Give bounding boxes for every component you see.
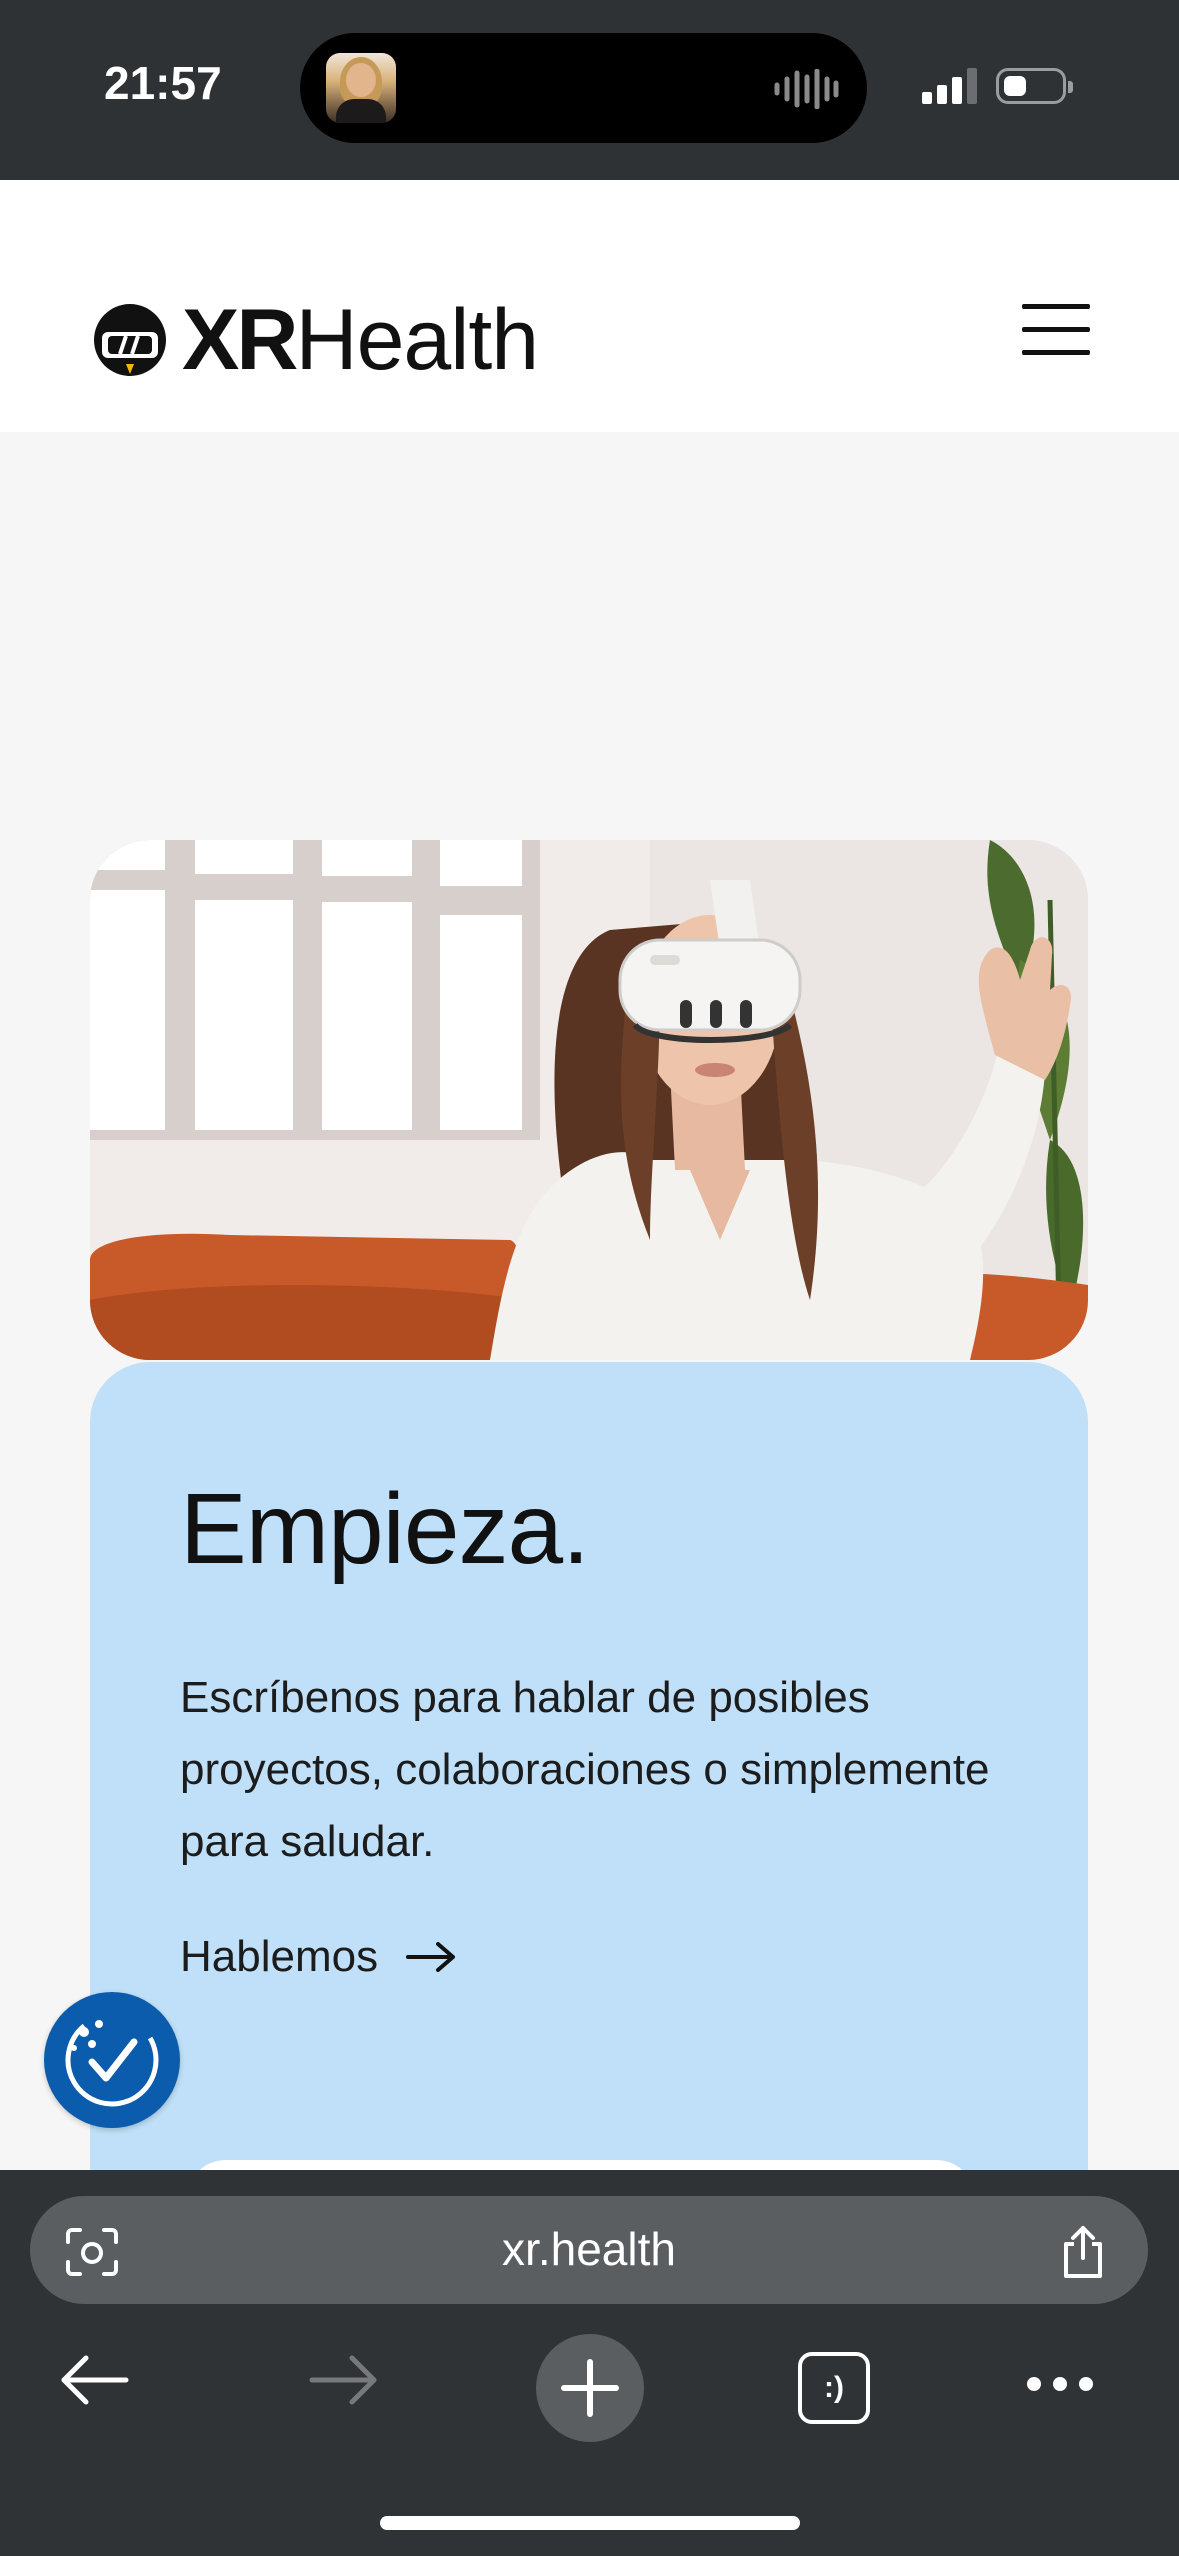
xrhealth-logo[interactable]: XR Health	[88, 292, 539, 388]
url-text: xr.health	[502, 2223, 676, 2275]
clock: 21:57	[104, 57, 222, 109]
hamburger-menu-icon[interactable]	[1022, 304, 1090, 356]
hablemos-label: Hablemos	[180, 1932, 379, 1981]
forward-arrow-icon[interactable]	[306, 2354, 380, 2406]
cellular-signal-icon	[922, 68, 977, 104]
hablemos-link[interactable]: Hablemos	[180, 1932, 458, 1982]
audio-waveform-icon	[774, 69, 839, 109]
back-arrow-icon[interactable]	[58, 2354, 132, 2406]
new-tab-plus-icon[interactable]	[536, 2334, 644, 2442]
address-bar[interactable]: xr.health	[30, 2196, 1148, 2304]
home-indicator[interactable]	[380, 2516, 800, 2530]
now-playing-avatar[interactable]	[326, 53, 396, 123]
battery-icon	[996, 68, 1073, 104]
browser-toolbar: xr.health :)	[0, 2170, 1179, 2556]
xrhealth-logo-mark	[94, 304, 166, 376]
logo-wordmark: XR Health	[182, 292, 539, 388]
dynamic-island[interactable]	[300, 33, 867, 143]
card-description: Escríbenos para hablar de posibles proye…	[180, 1673, 990, 1866]
hero-image	[90, 840, 1088, 1360]
accessibility-check-icon	[65, 2013, 159, 2107]
share-icon[interactable]	[1058, 2224, 1108, 2280]
card-title: Empieza.	[180, 1473, 590, 1585]
arrow-right-icon	[406, 1942, 456, 1972]
status-bar: 21:57	[0, 0, 1179, 180]
tabs-icon[interactable]: :)	[798, 2352, 870, 2424]
accessibility-widget-button[interactable]	[44, 1992, 180, 2128]
site-header: XR Health	[0, 180, 1179, 432]
vr-woman-illustration	[90, 840, 1088, 1360]
more-icon[interactable]	[1024, 2374, 1096, 2394]
